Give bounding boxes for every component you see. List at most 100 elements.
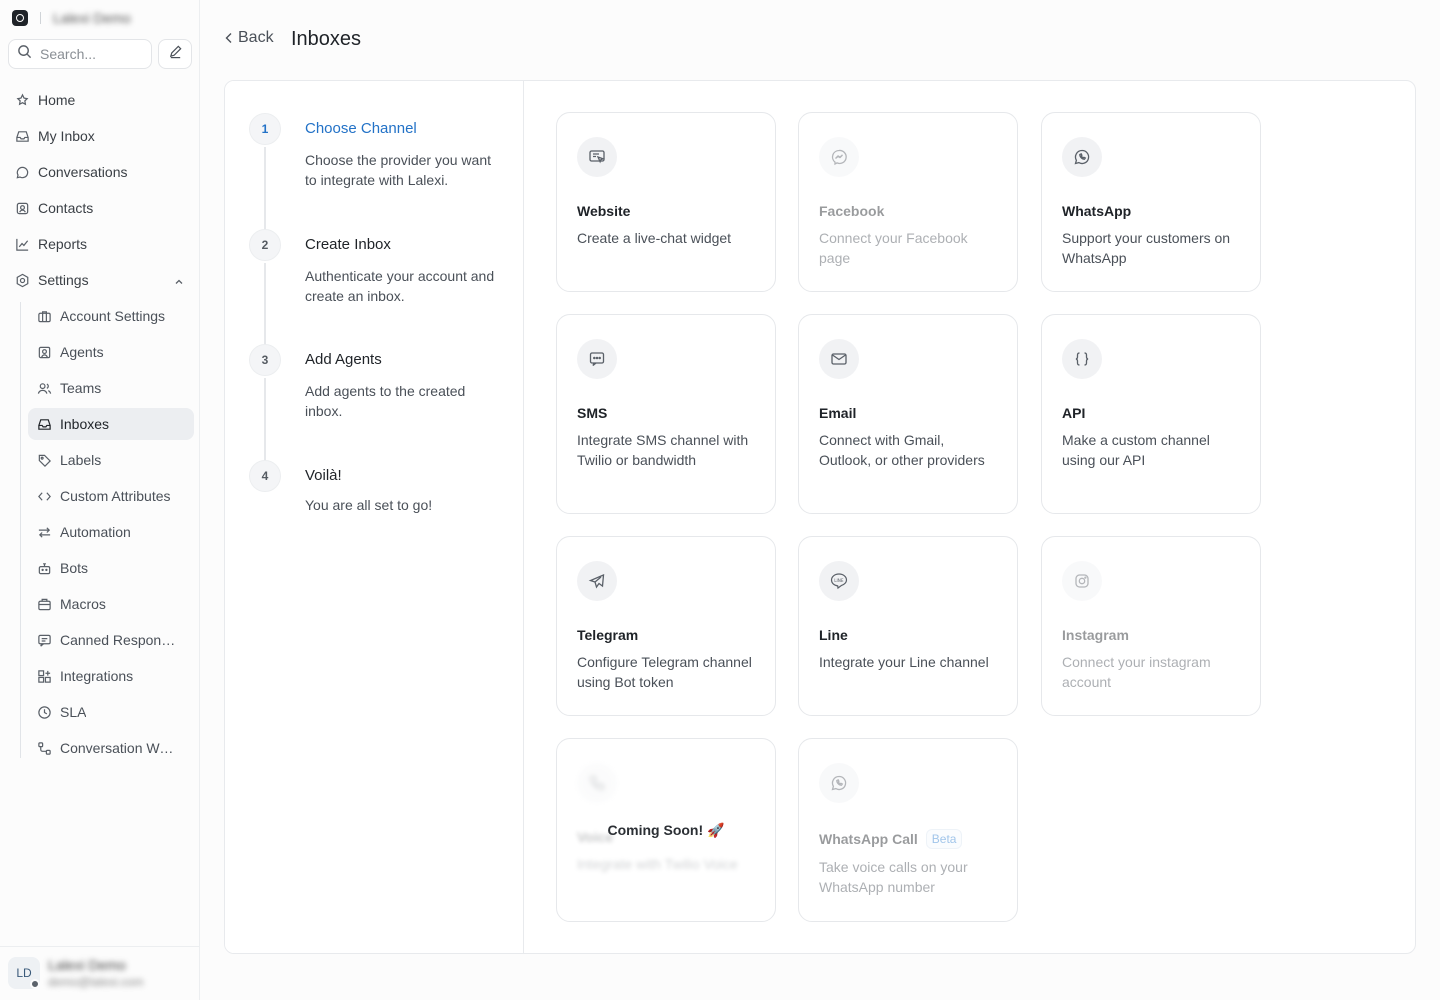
- channel-description: Integrate SMS channel with Twilio or ban…: [577, 432, 749, 468]
- account-name: Lalexi Demo: [53, 10, 131, 26]
- sidebar-item-canned-responses[interactable]: Canned Responses: [28, 624, 194, 656]
- sidebar-item-label: Custom Attributes: [60, 488, 171, 504]
- coming-soon-overlay: Coming Soon! 🚀: [607, 821, 725, 838]
- sidebar-item-bots[interactable]: Bots: [28, 552, 194, 584]
- sidebar-item-label: Macros: [60, 596, 106, 612]
- sidebar-item-labels[interactable]: Labels: [28, 444, 194, 476]
- channel-card-whatsapp[interactable]: WhatsApp Support your customers on Whats…: [1041, 112, 1261, 292]
- sidebar-item-label: Integrations: [60, 668, 134, 684]
- search-box[interactable]: [8, 39, 152, 69]
- chat-bubble-icon: [14, 164, 30, 180]
- step-description: You are all set to go!: [305, 497, 433, 513]
- step-number: 3: [249, 344, 281, 376]
- step-title: Add Agents: [305, 351, 382, 368]
- user-profile[interactable]: LD Lalexi Demo demo@lalexi.com: [0, 946, 199, 1000]
- tag-icon: [36, 452, 52, 468]
- setup-steps: 1 Choose Channel Choose the provider you…: [225, 81, 524, 953]
- sidebar-item-label: Account Settings: [60, 308, 166, 324]
- inbox-setup-panel: 1 Choose Channel Choose the provider you…: [224, 80, 1416, 954]
- channel-card-voice: Voice Integrate with Twilio Voice Coming…: [556, 738, 776, 922]
- page-title: Inboxes: [291, 28, 362, 50]
- braces-icon: [1062, 339, 1102, 379]
- svg-text:LINE: LINE: [834, 578, 844, 583]
- channel-title: WhatsApp Call Beta: [819, 829, 963, 849]
- channel-card-line[interactable]: LINE Line Integrate your Line channel: [798, 536, 1018, 716]
- channel-description: Connect your instagram account: [1062, 654, 1211, 690]
- sidebar-item-automation[interactable]: Automation: [28, 516, 194, 548]
- sidebar-item-sla[interactable]: SLA: [28, 696, 194, 728]
- channel-card-sms[interactable]: SMS Integrate SMS channel with Twilio or…: [556, 314, 776, 514]
- step-connector: [264, 263, 266, 346]
- nav-item-label: My Inbox: [38, 128, 95, 144]
- contact-card-icon: [14, 200, 30, 216]
- app-logo-icon: [12, 10, 28, 26]
- nav-item-label: Contacts: [38, 200, 94, 216]
- telegram-icon: [577, 561, 617, 601]
- step-number: 2: [249, 229, 281, 261]
- sidebar-item-label: Bots: [60, 560, 89, 576]
- back-button[interactable]: Back: [224, 29, 274, 47]
- beta-badge: Beta: [925, 829, 963, 849]
- grid-plus-icon: [36, 668, 52, 684]
- channel-title-text: WhatsApp Call: [819, 831, 918, 847]
- channel-title: Email: [819, 405, 857, 421]
- sidebar-item-teams[interactable]: Teams: [28, 372, 194, 404]
- nav-item-label: Settings: [38, 272, 89, 288]
- nav-item-my-inbox[interactable]: My Inbox: [6, 120, 194, 152]
- channel-card-facebook[interactable]: Facebook Connect your Facebook page: [798, 112, 1018, 292]
- users-icon: [36, 380, 52, 396]
- sidebar: Lalexi Demo Home My Inbox Conversations …: [0, 0, 200, 1000]
- channel-description: Configure Telegram channel using Bot tok…: [577, 654, 752, 690]
- nav-item-settings[interactable]: Settings: [6, 264, 194, 296]
- user-square-icon: [36, 344, 52, 360]
- account-switcher[interactable]: Lalexi Demo: [12, 8, 131, 28]
- nav-item-label: Reports: [38, 236, 88, 252]
- sidebar-item-label: Agents: [60, 344, 104, 360]
- channel-card-instagram[interactable]: Instagram Connect your instagram account: [1041, 536, 1261, 716]
- sidebar-item-inboxes[interactable]: Inboxes: [28, 408, 194, 440]
- channel-card-whatsapp-call[interactable]: WhatsApp Call Beta Take voice calls on y…: [798, 738, 1018, 922]
- nav-item-contacts[interactable]: Contacts: [6, 192, 194, 224]
- channel-description: Connect your Facebook page: [819, 230, 968, 266]
- channel-card-email[interactable]: Email Connect with Gmail, Outlook, or ot…: [798, 314, 1018, 514]
- step-description: Choose the provider you want to integrat…: [305, 152, 491, 188]
- channel-title: Line: [819, 627, 848, 643]
- channel-card-telegram[interactable]: Telegram Configure Telegram channel usin…: [556, 536, 776, 716]
- search-icon: [17, 44, 32, 64]
- channel-description: Take voice calls on your WhatsApp number: [819, 859, 968, 895]
- nav-item-conversations[interactable]: Conversations: [6, 156, 194, 188]
- sidebar-item-account-settings[interactable]: Account Settings: [28, 300, 194, 332]
- channel-title: SMS: [577, 405, 608, 421]
- sms-icon: [577, 339, 617, 379]
- clock-icon: [36, 704, 52, 720]
- code-icon: [36, 488, 52, 504]
- compose-button[interactable]: [158, 39, 192, 69]
- sidebar-item-label: Inboxes: [60, 416, 110, 432]
- chart-line-icon: [14, 236, 30, 252]
- search-input[interactable]: [40, 46, 140, 62]
- website-widget-icon: [577, 137, 617, 177]
- user-name: Lalexi Demo: [48, 957, 126, 973]
- sidebar-item-agents[interactable]: Agents: [28, 336, 194, 368]
- status-dot: [30, 979, 40, 989]
- sidebar-item-macros[interactable]: Macros: [28, 588, 194, 620]
- chevron-up-icon: [174, 274, 184, 290]
- channel-description: Create a live-chat widget: [577, 230, 732, 246]
- step-connector: [264, 378, 266, 462]
- main-nav: Home My Inbox Conversations Contacts Rep…: [6, 84, 194, 768]
- sidebar-item-custom-attributes[interactable]: Custom Attributes: [28, 480, 194, 512]
- channel-title: Facebook: [819, 203, 885, 219]
- sidebar-item-conversation-workflows[interactable]: Conversation Workflows: [28, 732, 194, 764]
- step-title: Create Inbox: [305, 236, 391, 253]
- nav-item-home[interactable]: Home: [6, 84, 194, 116]
- nav-item-reports[interactable]: Reports: [6, 228, 194, 260]
- sidebar-item-integrations[interactable]: Integrations: [28, 660, 194, 692]
- channel-description: Support your customers on WhatsApp: [1062, 230, 1231, 266]
- gear-icon: [14, 272, 30, 288]
- step-description: Add agents to the created inbox.: [305, 383, 466, 419]
- channel-card-website[interactable]: Website Create a live-chat widget: [556, 112, 776, 292]
- whatsapp-icon: [1062, 137, 1102, 177]
- pencil-icon: [168, 44, 183, 64]
- channel-card-api[interactable]: API Make a custom channel using our API: [1041, 314, 1261, 514]
- bot-icon: [36, 560, 52, 576]
